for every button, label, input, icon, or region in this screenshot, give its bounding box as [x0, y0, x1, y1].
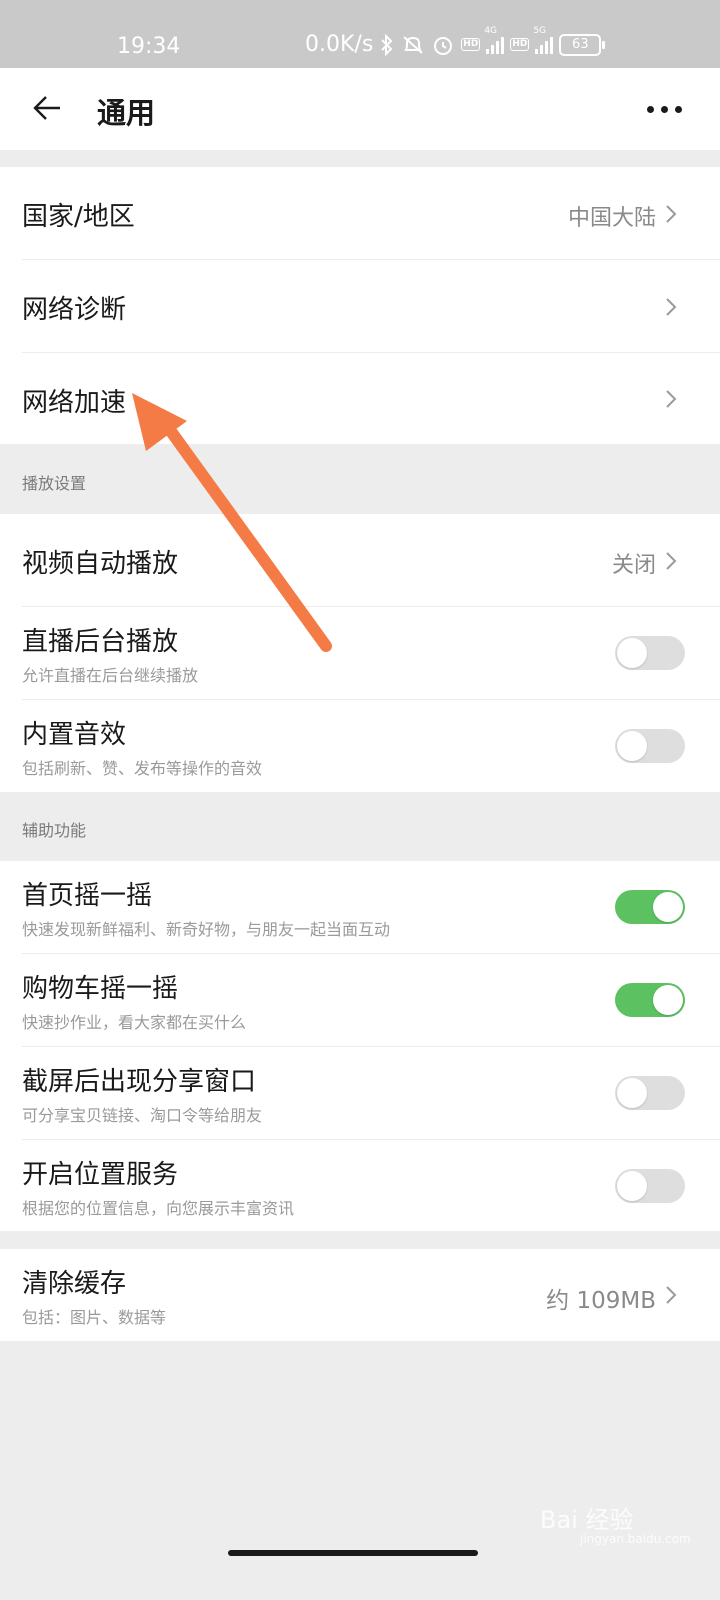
row-video-autoplay[interactable]: 视频自动播放 关闭	[0, 514, 720, 607]
row-subtitle: 快速发现新鲜福利、新奇好物，与朋友一起当面互动	[22, 920, 391, 939]
settings-group-general: 国家/地区 中国大陆 网络诊断 网络加速	[0, 167, 720, 444]
row-title: 网络诊断	[22, 295, 127, 325]
net-type-5g: 5G	[533, 25, 547, 36]
row-network-diagnosis[interactable]: 网络诊断	[0, 260, 720, 353]
row-title: 清除缓存	[22, 1269, 127, 1299]
home-indicator[interactable]	[228, 1550, 478, 1556]
row-clear-cache[interactable]: 清除缓存 包括：图片、数据等 约 109MB	[0, 1249, 720, 1341]
section-label-playback: 播放设置	[22, 474, 87, 493]
net-type-4g: 4G	[484, 25, 498, 36]
watermark-url: jingyan.baidu.com	[580, 1532, 691, 1546]
watermark-logo: Bai 经验	[540, 1506, 634, 1534]
row-country-region[interactable]: 国家/地区 中国大陆	[0, 167, 720, 260]
row-title: 直播后台播放	[22, 627, 179, 657]
chevron-right-icon	[666, 552, 677, 570]
row-subtitle: 包括刷新、赞、发布等操作的音效	[22, 759, 263, 778]
toggle-home-shake[interactable]	[615, 890, 685, 924]
row-title: 视频自动播放	[22, 549, 179, 579]
chevron-right-icon	[666, 1286, 677, 1304]
toggle-knob	[653, 985, 683, 1015]
row-screenshot-share: 截屏后出现分享窗口 可分享宝贝链接、淘口令等给朋友	[0, 1047, 720, 1140]
status-icons: 0.0K/s HD 4G HD 5G 63	[305, 26, 606, 57]
row-live-background-play: 直播后台播放 允许直播在后台继续播放	[0, 607, 720, 700]
net-speed: 0.0K/s	[305, 32, 374, 57]
signal-5g-icon: 5G	[533, 26, 554, 54]
row-subtitle: 可分享宝贝链接、淘口令等给朋友	[22, 1106, 263, 1125]
page-title: 通用	[97, 96, 156, 130]
toggle-knob	[617, 638, 647, 668]
settings-group-assist: 首页摇一摇 快速发现新鲜福利、新奇好物，与朋友一起当面互动 购物车摇一摇 快速抄…	[0, 861, 720, 1231]
settings-group-playback: 视频自动播放 关闭 直播后台播放 允许直播在后台继续播放 内置音效 包括刷新、赞…	[0, 514, 720, 792]
row-location-service: 开启位置服务 根据您的位置信息，向您展示丰富资讯	[0, 1140, 720, 1231]
toggle-knob	[653, 892, 683, 922]
status-time: 19:34	[117, 34, 181, 59]
settings-group-cache: 清除缓存 包括：图片、数据等 约 109MB	[0, 1249, 720, 1341]
row-title: 网络加速	[22, 388, 127, 418]
toggle-builtin-sound[interactable]	[615, 729, 685, 763]
row-cart-shake: 购物车摇一摇 快速抄作业，看大家都在买什么	[0, 954, 720, 1047]
row-title: 国家/地区	[22, 202, 135, 232]
back-button[interactable]	[28, 88, 68, 128]
toggle-screenshot-share[interactable]	[615, 1076, 685, 1110]
row-title: 首页摇一摇	[22, 881, 153, 911]
more-button[interactable]	[640, 94, 688, 124]
row-value: 关闭	[611, 553, 656, 578]
hd-icon: HD	[461, 38, 481, 51]
chevron-right-icon	[666, 390, 677, 408]
chevron-right-icon	[666, 205, 677, 223]
row-title: 截屏后出现分享窗口	[22, 1067, 257, 1097]
hd-icon-2: HD	[510, 38, 530, 51]
toggle-knob	[617, 1078, 647, 1108]
toggle-live-background[interactable]	[615, 636, 685, 670]
row-network-acceleration[interactable]: 网络加速	[0, 353, 720, 444]
mute-icon	[401, 34, 425, 56]
arrow-left-icon	[33, 96, 60, 120]
battery-icon: 63	[559, 33, 606, 56]
chevron-right-icon	[666, 298, 677, 316]
signal-4g-icon: 4G	[484, 26, 505, 54]
toggle-cart-shake[interactable]	[615, 983, 685, 1017]
row-subtitle: 根据您的位置信息，向您展示丰富资讯	[22, 1199, 295, 1218]
row-title: 购物车摇一摇	[22, 974, 179, 1004]
row-subtitle: 允许直播在后台继续播放	[22, 666, 199, 685]
toggle-knob	[617, 731, 647, 761]
status-bar: 19:34 0.0K/s HD 4G HD 5G 63	[0, 0, 720, 68]
row-value: 中国大陆	[567, 206, 656, 231]
more-dots-icon	[646, 105, 654, 113]
row-subtitle: 快速抄作业，看大家都在买什么	[22, 1013, 247, 1032]
row-title: 开启位置服务	[22, 1160, 179, 1190]
row-home-shake: 首页摇一摇 快速发现新鲜福利、新奇好物，与朋友一起当面互动	[0, 861, 720, 954]
toggle-location-service[interactable]	[615, 1169, 685, 1203]
toggle-knob	[617, 1171, 647, 1201]
row-builtin-sound: 内置音效 包括刷新、赞、发布等操作的音效	[0, 700, 720, 792]
section-label-assist: 辅助功能	[22, 821, 87, 840]
cache-size: 约 109MB	[546, 1288, 656, 1314]
bluetooth-icon	[379, 33, 395, 56]
row-subtitle: 包括：图片、数据等	[22, 1308, 167, 1327]
nav-bar: 通用	[0, 68, 720, 150]
row-title: 内置音效	[22, 720, 127, 750]
alarm-icon	[431, 33, 455, 57]
